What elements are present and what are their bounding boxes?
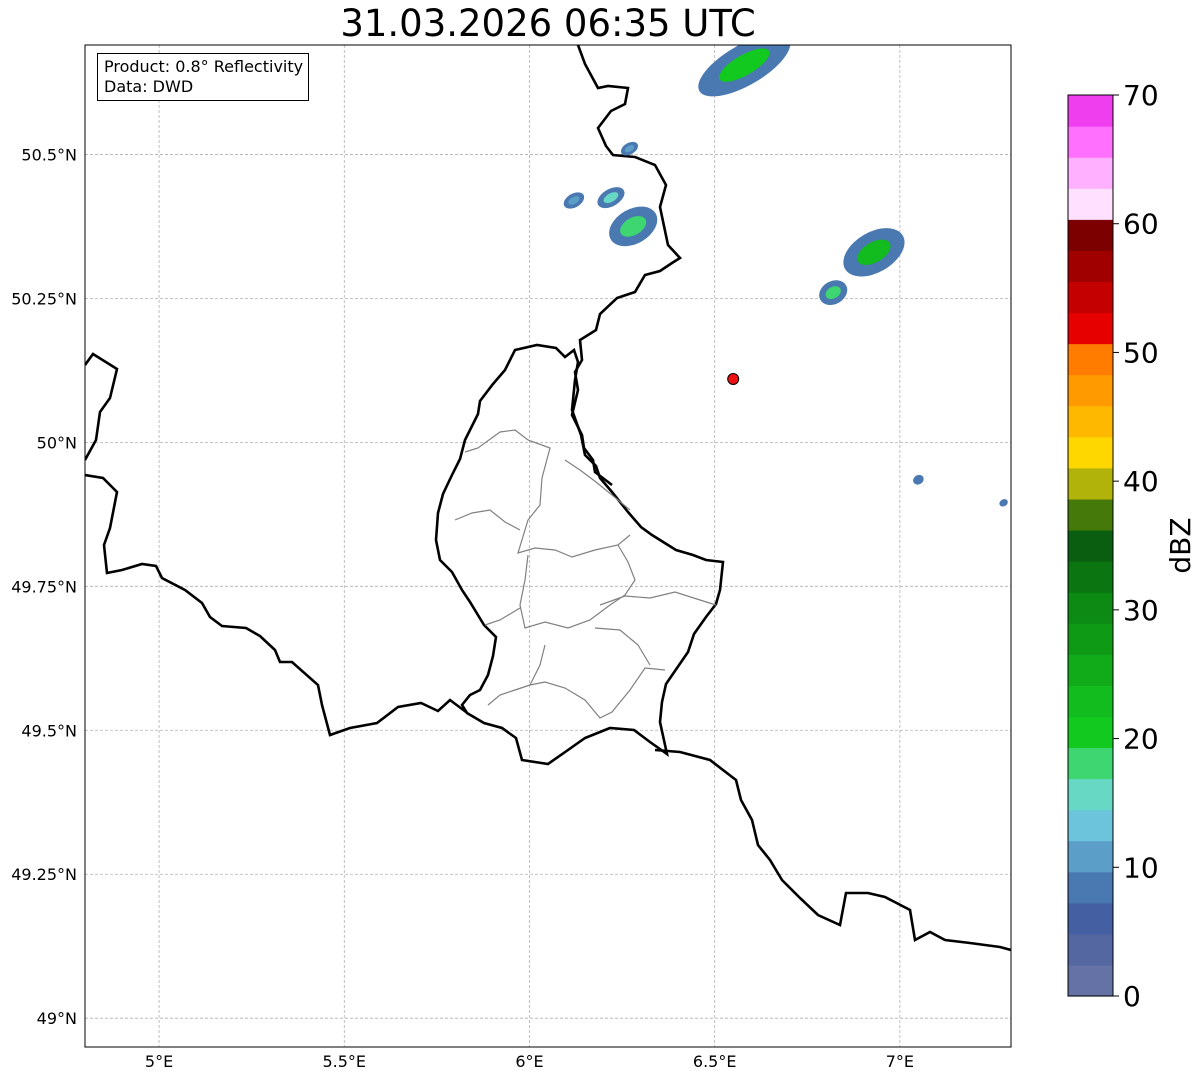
colorbar-segment bbox=[1068, 343, 1113, 376]
colorbar-segment bbox=[1068, 809, 1113, 842]
colorbar-segment bbox=[1068, 716, 1113, 749]
x-tick-label: 7°E bbox=[886, 1052, 914, 1071]
x-tick-label: 5°E bbox=[145, 1052, 173, 1071]
latitude-axis: 49°N 49.25°N 49.5°N 49.75°N 50°N 50.25°N 50.5°… bbox=[11, 145, 77, 1028]
radar-echoes bbox=[563, 45, 1008, 507]
colorbar-tick-label: 0 bbox=[1123, 980, 1141, 1013]
colorbar-segment bbox=[1068, 964, 1113, 997]
radar-site-marker bbox=[727, 373, 740, 385]
colorbar-tick-label: 40 bbox=[1123, 465, 1159, 498]
colorbar-tick-label: 10 bbox=[1123, 851, 1159, 884]
country-border-be-de bbox=[85, 45, 683, 487]
colorbar-segment bbox=[1068, 592, 1113, 624]
colorbar-tick-label: 60 bbox=[1123, 208, 1159, 241]
data-source-label: Data: DWD bbox=[104, 77, 194, 96]
colorbar-segment bbox=[1068, 157, 1113, 189]
colorbar-segment bbox=[1068, 561, 1113, 593]
colorbar-segment bbox=[1068, 933, 1113, 966]
colorbar-segment bbox=[1068, 250, 1113, 283]
radar-map: 5°E 5.5°E 6°E 6.5°E 7°E 49°N 49.25°N 49.5°N 49.… bbox=[11, 44, 1197, 1071]
colorbar: 0 10 20 30 40 50 60 70 dBZ bbox=[1067, 79, 1197, 1013]
map-frame bbox=[84, 44, 1012, 1048]
product-info-box: Product: 0.8° Reflectivity Data: DWD bbox=[97, 53, 310, 101]
longitude-axis: 5°E 5.5°E 6°E 6.5°E 7°E bbox=[145, 1052, 914, 1071]
colorbar-segment bbox=[1068, 685, 1113, 717]
colorbar-segment bbox=[1068, 623, 1113, 655]
y-tick-label: 50.5°N bbox=[21, 145, 77, 164]
colorbar-segment bbox=[1068, 436, 1113, 469]
y-tick-label: 49.25°N bbox=[11, 865, 77, 884]
gridlines bbox=[85, 45, 1011, 1047]
colorbar-tick-label: 30 bbox=[1123, 594, 1159, 627]
colorbar-segment bbox=[1068, 405, 1113, 438]
x-tick-label: 5.5°E bbox=[322, 1052, 366, 1071]
colorbar-segment bbox=[1068, 902, 1113, 935]
x-tick-label: 6°E bbox=[515, 1052, 543, 1071]
colorbar-segment bbox=[1068, 219, 1113, 251]
colorbar-segment bbox=[1068, 871, 1113, 904]
colorbar-tick-label: 20 bbox=[1123, 723, 1159, 756]
colorbar-segment bbox=[1068, 126, 1113, 158]
colorbar-segment bbox=[1068, 840, 1113, 873]
district-borders bbox=[454, 429, 717, 719]
country-border-be-fr bbox=[85, 473, 467, 737]
y-tick-label: 50°N bbox=[37, 433, 77, 452]
colorbar-segment bbox=[1068, 312, 1113, 345]
colorbar-segment bbox=[1068, 281, 1113, 314]
y-tick-label: 49.5°N bbox=[21, 721, 77, 740]
colorbar-segment bbox=[1068, 95, 1113, 127]
colorbar-segment bbox=[1068, 778, 1113, 811]
colorbar-segment bbox=[1068, 188, 1113, 220]
product-label: Product: 0.8° Reflectivity bbox=[104, 57, 304, 76]
colorbar-segment bbox=[1068, 498, 1113, 531]
colorbar-segment bbox=[1068, 374, 1113, 407]
country-border-fr-de bbox=[654, 748, 1011, 952]
colorbar-segment bbox=[1068, 529, 1113, 562]
y-tick-label: 49.75°N bbox=[11, 577, 77, 596]
colorbar-label: dBZ bbox=[1164, 517, 1197, 573]
y-tick-label: 49°N bbox=[37, 1009, 77, 1028]
y-tick-label: 50.25°N bbox=[11, 289, 77, 308]
colorbar-segment bbox=[1068, 747, 1113, 780]
map-layers bbox=[85, 45, 1011, 952]
colorbar-tick-label: 70 bbox=[1123, 79, 1159, 112]
x-tick-label: 6.5°E bbox=[693, 1052, 737, 1071]
colorbar-tick-label: 50 bbox=[1123, 336, 1159, 369]
colorbar-segment bbox=[1068, 467, 1113, 500]
colorbar-segment bbox=[1068, 654, 1113, 686]
